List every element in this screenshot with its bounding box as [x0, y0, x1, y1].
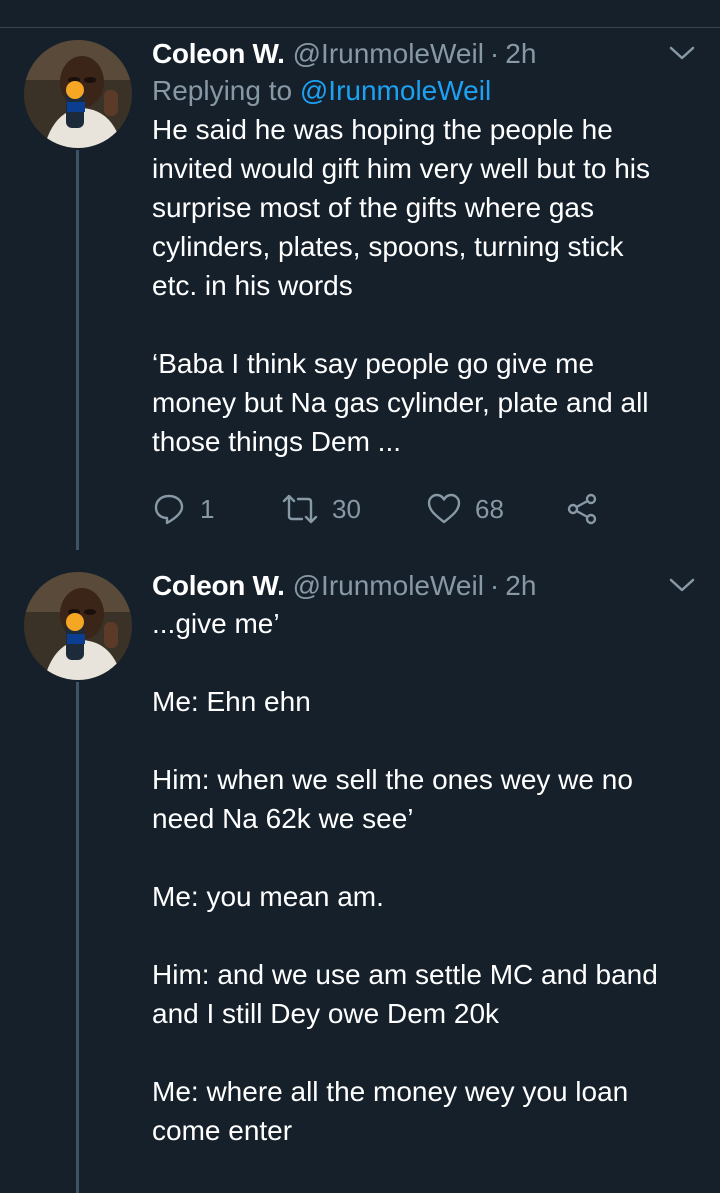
thread-line	[76, 150, 79, 550]
author-name[interactable]: Coleon W.	[152, 568, 285, 604]
retweet-button[interactable]: 30	[282, 492, 427, 526]
retweet-count: 30	[332, 493, 361, 524]
tweet[interactable]: Coleon W. @IrunmoleWeil · 2h ...give me’…	[152, 568, 697, 1150]
separator: ·	[489, 570, 500, 601]
mention-link[interactable]: @IrunmoleWeil	[300, 75, 491, 106]
timeline: Coleon W. @IrunmoleWeil · 2h Replying to…	[0, 0, 720, 1193]
timestamp[interactable]: 2h	[505, 568, 536, 604]
share-button[interactable]	[567, 493, 599, 525]
replying-to: Replying to @IrunmoleWeil	[152, 72, 697, 110]
reply-button[interactable]: 1	[152, 492, 282, 526]
like-icon	[427, 493, 461, 524]
like-button[interactable]: 68	[427, 493, 567, 525]
retweet-icon	[282, 494, 318, 524]
tweet-header: Coleon W. @IrunmoleWeil · 2h	[152, 568, 697, 604]
avatar[interactable]	[24, 572, 132, 680]
share-icon	[567, 493, 597, 525]
author-handle[interactable]: @IrunmoleWeil	[293, 568, 484, 604]
tweet-actions: 1 30 68	[152, 492, 622, 526]
thread-line	[76, 682, 79, 1193]
timestamp[interactable]: 2h	[505, 36, 536, 72]
tweet-header: Coleon W. @IrunmoleWeil · 2h	[152, 36, 697, 72]
author-name[interactable]: Coleon W.	[152, 36, 285, 72]
replying-prefix: Replying to	[152, 75, 300, 106]
separator: ·	[489, 38, 500, 69]
tweet-text: He said he was hoping the people he invi…	[152, 114, 650, 457]
tweet-text: ...give me’ Me: Ehn ehn Him: when we sel…	[152, 608, 658, 1146]
reply-icon	[154, 494, 184, 525]
avatar-image	[24, 572, 132, 680]
divider	[0, 27, 720, 28]
avatar-image	[24, 40, 132, 148]
chevron-down-icon[interactable]	[667, 570, 697, 600]
chevron-down-icon[interactable]	[667, 38, 697, 68]
author-handle[interactable]: @IrunmoleWeil	[293, 36, 484, 72]
avatar[interactable]	[24, 40, 132, 148]
like-count: 68	[475, 493, 504, 524]
reply-count: 1	[200, 493, 215, 524]
tweet[interactable]: Coleon W. @IrunmoleWeil · 2h Replying to…	[152, 36, 697, 461]
